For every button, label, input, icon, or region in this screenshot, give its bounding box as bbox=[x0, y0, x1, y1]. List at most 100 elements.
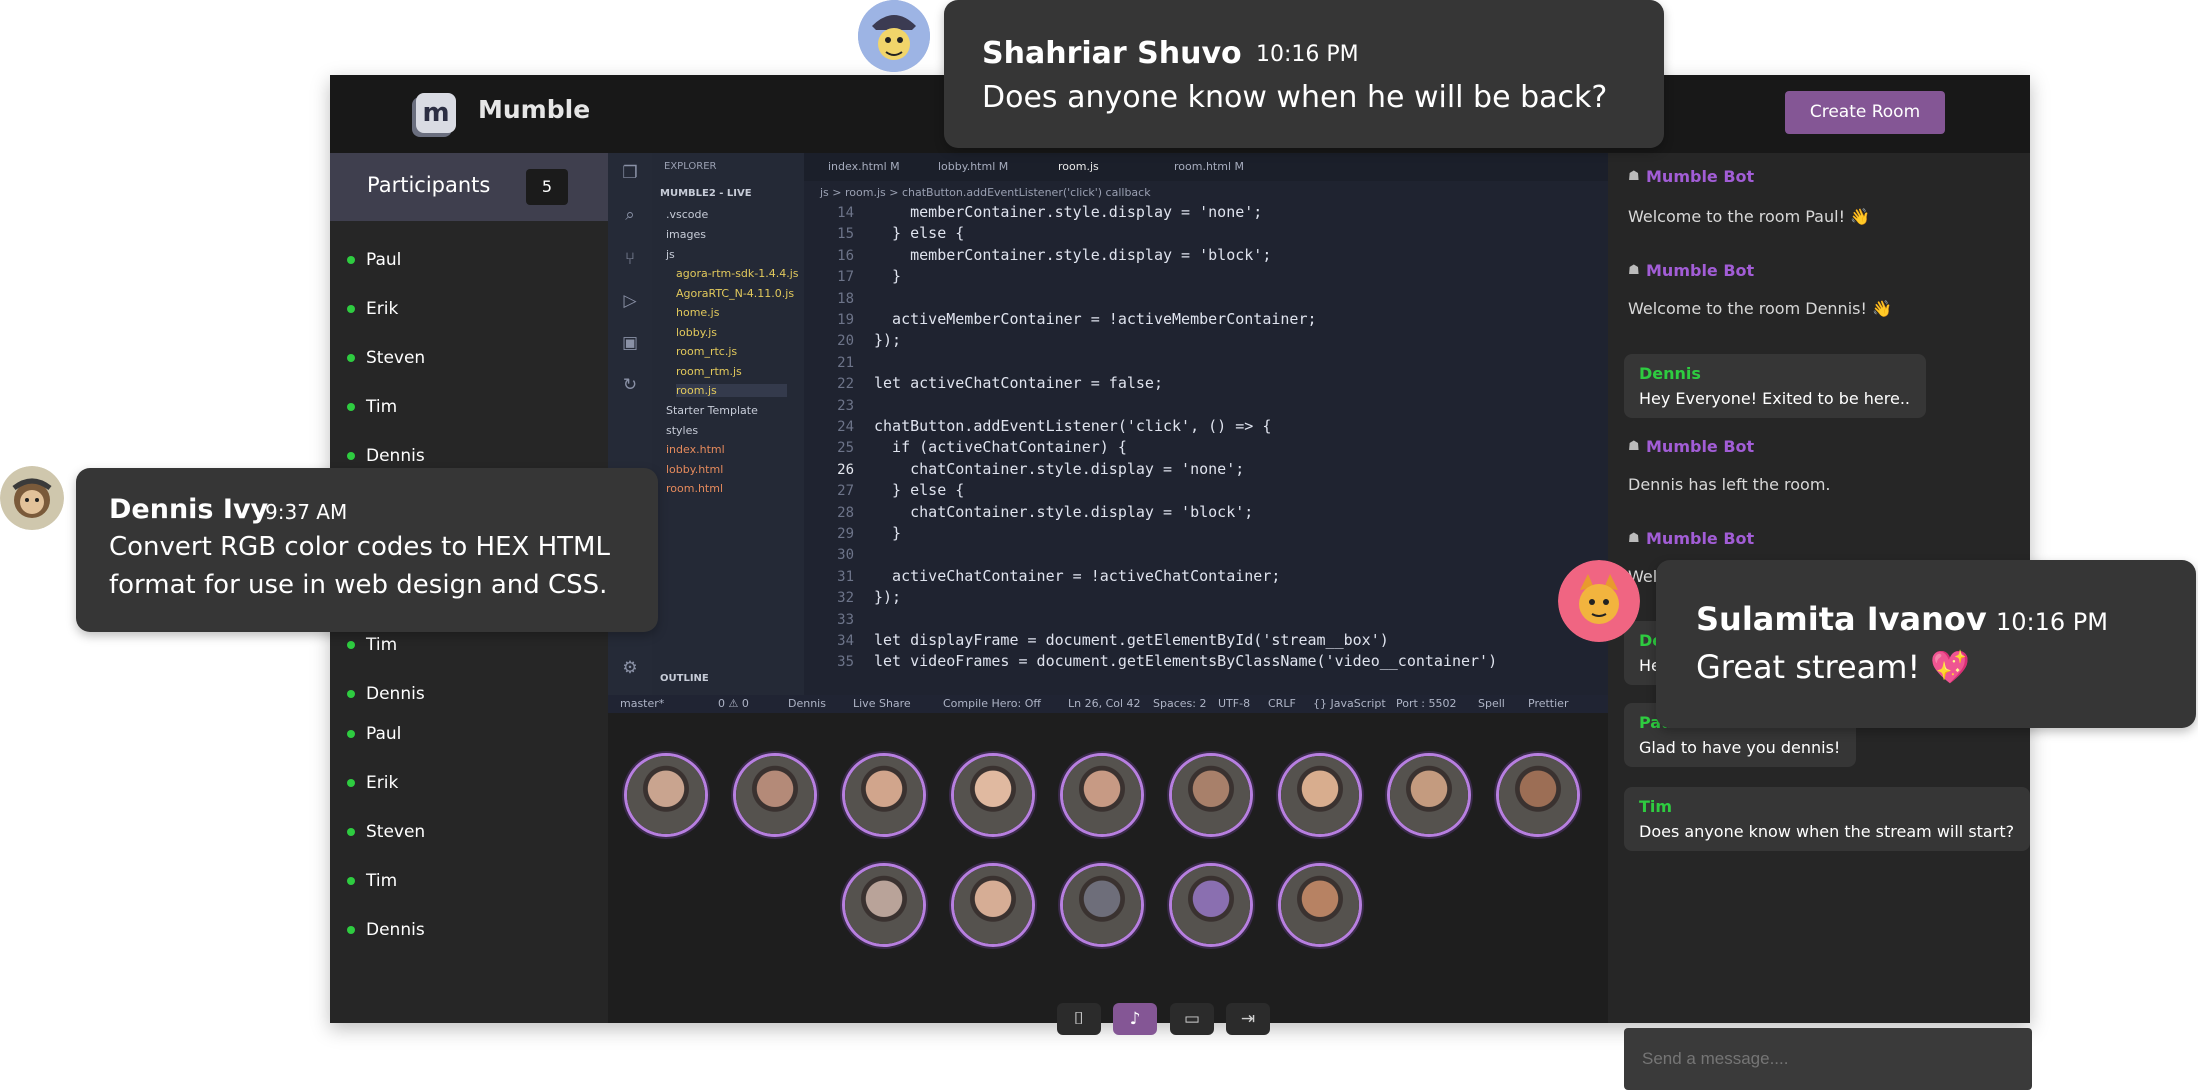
code-line[interactable]: }); bbox=[874, 331, 901, 349]
tree-item[interactable]: AgoraRTC_N-4.11.0.js bbox=[676, 287, 794, 300]
code-line[interactable]: activeMemberContainer = !activeMemberCon… bbox=[874, 310, 1316, 328]
code-line[interactable]: } bbox=[874, 267, 901, 285]
participant-item[interactable]: Steven bbox=[347, 348, 425, 372]
tree-item[interactable]: room.html bbox=[666, 482, 723, 495]
outline-section[interactable]: OUTLINE bbox=[660, 673, 709, 684]
code-line[interactable]: } else { bbox=[874, 224, 964, 242]
participant-item[interactable]: Paul bbox=[347, 724, 401, 748]
code-line[interactable]: chatContainer.style.display = 'none'; bbox=[874, 460, 1244, 478]
breadcrumb[interactable]: js > room.js > chatButton.addEventListen… bbox=[820, 186, 1151, 199]
files-icon[interactable]: ❐ bbox=[620, 163, 640, 183]
status-language[interactable]: {} JavaScript bbox=[1313, 697, 1386, 710]
tree-item[interactable]: room_rtm.js bbox=[676, 365, 742, 378]
status-problems[interactable]: 0 ⚠ 0 bbox=[718, 697, 749, 710]
tree-item-selected[interactable]: room.js bbox=[676, 384, 787, 397]
shared-screen-vscode[interactable]: ❐ ⌕ ⑂ ▷ ▣ ↻ ⚙ EXPLORER MUMBLE2 - LIVE .v… bbox=[608, 153, 1608, 713]
line-number: 26 bbox=[837, 462, 854, 478]
search-icon[interactable]: ⌕ bbox=[620, 205, 640, 225]
participant-video-avatar[interactable] bbox=[1496, 753, 1580, 837]
code-line[interactable]: }); bbox=[874, 588, 901, 606]
participant-video-avatar[interactable] bbox=[733, 753, 817, 837]
status-eol[interactable]: CRLF bbox=[1268, 697, 1296, 710]
create-room-button[interactable]: Create Room bbox=[1785, 91, 1945, 134]
tab-index-html[interactable]: index.html M bbox=[828, 160, 900, 173]
tree-item[interactable]: Starter Template bbox=[666, 404, 758, 417]
code-line[interactable]: if (activeChatContainer) { bbox=[874, 438, 1127, 456]
avatar-face bbox=[1063, 866, 1141, 944]
code-line[interactable]: memberContainer.style.display = 'none'; bbox=[874, 203, 1262, 221]
participant-video-avatar[interactable] bbox=[1169, 863, 1253, 947]
status-port[interactable]: Port : 5502 bbox=[1396, 697, 1457, 710]
code-line[interactable]: } bbox=[874, 524, 901, 542]
tree-item[interactable]: lobby.js bbox=[676, 326, 717, 339]
avatar-face bbox=[1172, 756, 1250, 834]
settings-gear-icon[interactable]: ⚙ bbox=[620, 658, 640, 678]
code-line[interactable]: chatContainer.style.display = 'block'; bbox=[874, 503, 1253, 521]
code-line[interactable]: memberContainer.style.display = 'block'; bbox=[874, 246, 1271, 264]
tree-item[interactable]: styles bbox=[666, 424, 698, 437]
source-control-icon[interactable]: ⑂ bbox=[620, 249, 640, 269]
participant-video-avatar[interactable] bbox=[1060, 753, 1144, 837]
code-line[interactable]: let activeChatContainer = false; bbox=[874, 374, 1163, 392]
tree-item[interactable]: .vscode bbox=[666, 208, 708, 221]
tree-item[interactable]: images bbox=[666, 228, 706, 241]
participant-item[interactable]: Dennis bbox=[347, 446, 425, 470]
participants-title: Participants bbox=[367, 173, 491, 197]
participant-item[interactable]: Tim bbox=[347, 871, 397, 895]
participant-video-avatar[interactable] bbox=[951, 753, 1035, 837]
status-cursor[interactable]: Ln 26, Col 42 bbox=[1068, 697, 1141, 710]
message-input[interactable] bbox=[1624, 1028, 2032, 1090]
mumble-logo-icon[interactable]: m bbox=[416, 93, 456, 133]
online-dot-icon bbox=[347, 828, 355, 836]
code-line[interactable]: activeChatContainer = !activeChatContain… bbox=[874, 567, 1280, 585]
code-editor[interactable]: 14 15 16 17 18 19 20 21 22 23 24 25 26 27 28 29 30 31 32 33… bbox=[804, 203, 1594, 693]
tab-lobby-html[interactable]: lobby.html M bbox=[938, 160, 1008, 173]
tab-room-js[interactable]: room.js bbox=[1058, 160, 1099, 173]
participant-item[interactable]: Tim bbox=[347, 397, 397, 421]
participant-video-avatar[interactable] bbox=[624, 753, 708, 837]
tree-item[interactable]: lobby.html bbox=[666, 463, 723, 476]
tree-item[interactable]: js bbox=[666, 248, 675, 261]
participant-item[interactable]: Tim bbox=[347, 635, 397, 659]
mic-button[interactable]: ♪ bbox=[1113, 1003, 1157, 1035]
status-spaces[interactable]: Spaces: 2 bbox=[1153, 697, 1206, 710]
run-debug-icon[interactable]: ▷ bbox=[620, 291, 640, 311]
tree-item[interactable]: index.html bbox=[666, 443, 725, 456]
participant-video-avatar[interactable] bbox=[1278, 753, 1362, 837]
participant-item[interactable]: Dennis bbox=[347, 920, 425, 944]
tab-room-html[interactable]: room.html M bbox=[1174, 160, 1244, 173]
code-line[interactable]: chatButton.addEventListener('click', () … bbox=[874, 417, 1271, 435]
participant-item[interactable]: Erik bbox=[347, 773, 398, 797]
participant-video-avatar[interactable] bbox=[842, 863, 926, 947]
status-spell[interactable]: Spell bbox=[1478, 697, 1505, 710]
participant-item[interactable]: Dennis bbox=[347, 684, 425, 708]
status-user[interactable]: Dennis bbox=[788, 697, 826, 710]
participant-video-avatar[interactable] bbox=[1387, 753, 1471, 837]
tree-item[interactable]: home.js bbox=[676, 306, 719, 319]
participant-item[interactable]: Paul bbox=[347, 250, 401, 274]
status-live-share[interactable]: Live Share bbox=[853, 697, 911, 710]
line-number: 29 bbox=[837, 526, 854, 542]
participant-video-avatar[interactable] bbox=[1278, 863, 1362, 947]
leave-button[interactable]: ⇥ bbox=[1226, 1003, 1270, 1035]
participant-video-avatar[interactable] bbox=[842, 753, 926, 837]
tree-item[interactable]: agora-rtm-sdk-1.4.4.js bbox=[676, 267, 799, 280]
status-prettier[interactable]: Prettier bbox=[1528, 697, 1568, 710]
camera-button[interactable]: ⌷ bbox=[1057, 1003, 1101, 1035]
participant-item[interactable]: Steven bbox=[347, 822, 425, 846]
participant-video-avatar[interactable] bbox=[1060, 863, 1144, 947]
code-line[interactable]: let videoFrames = document.getElementsBy… bbox=[874, 652, 1497, 670]
status-branch[interactable]: master* bbox=[620, 697, 664, 710]
code-line[interactable]: let displayFrame = document.getElementBy… bbox=[874, 631, 1389, 649]
status-compile-hero[interactable]: Compile Hero: Off bbox=[943, 697, 1041, 710]
participant-video-avatar[interactable] bbox=[951, 863, 1035, 947]
tree-item[interactable]: room_rtc.js bbox=[676, 345, 737, 358]
status-encoding[interactable]: UTF-8 bbox=[1218, 697, 1250, 710]
remote-icon[interactable]: ↻ bbox=[620, 375, 640, 395]
extensions-icon[interactable]: ▣ bbox=[620, 333, 640, 353]
screen-share-button[interactable]: ▭ bbox=[1170, 1003, 1214, 1035]
participant-video-avatar[interactable] bbox=[1169, 753, 1253, 837]
code-line[interactable]: } else { bbox=[874, 481, 964, 499]
online-dot-icon bbox=[347, 452, 355, 460]
participant-item[interactable]: Erik bbox=[347, 299, 398, 323]
